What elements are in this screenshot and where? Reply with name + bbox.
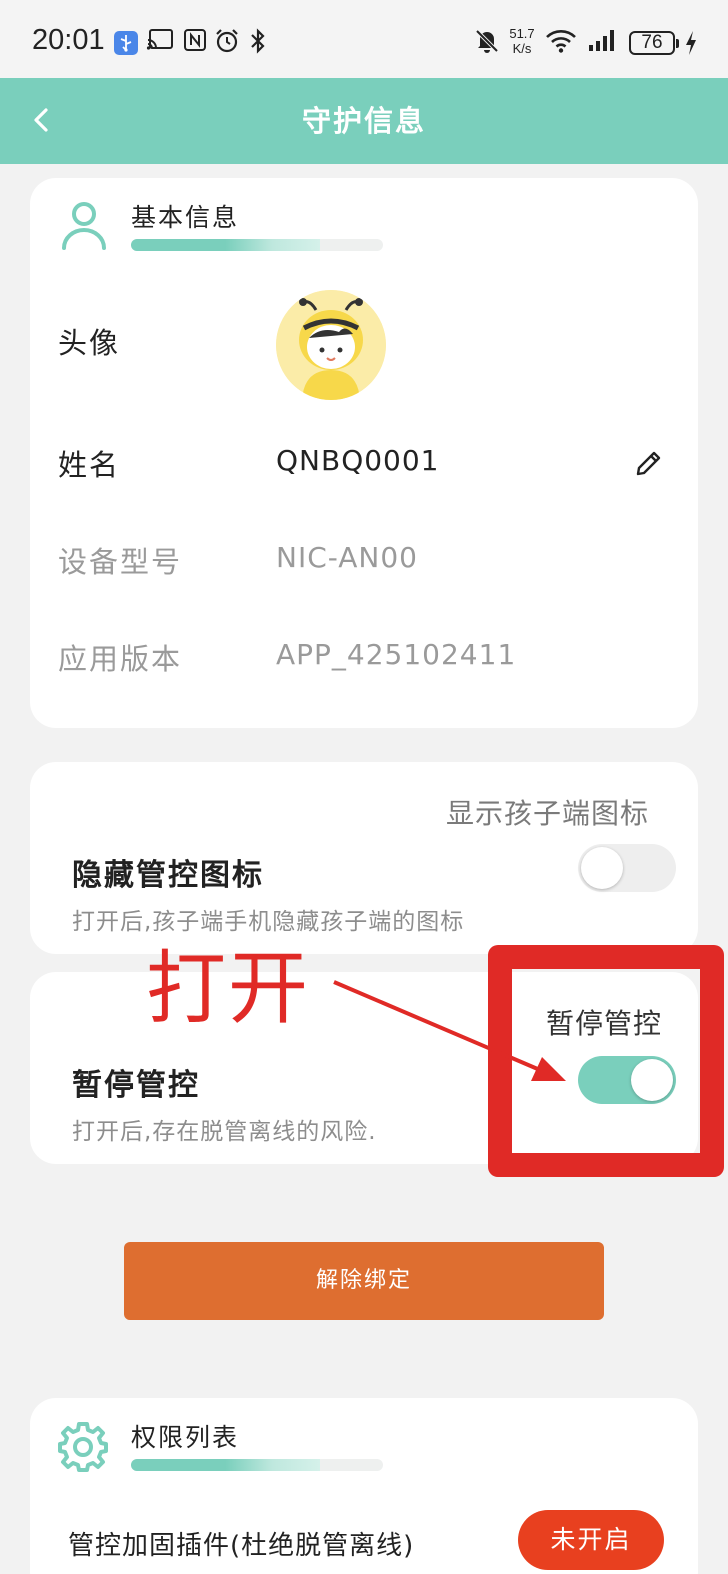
permission-item-label: 管控加固插件(杜绝脱管离线) bbox=[68, 1531, 415, 1561]
permissions-progress-fill bbox=[131, 1459, 320, 1471]
signal-icon bbox=[589, 30, 614, 51]
name-label: 姓名 bbox=[58, 448, 121, 482]
battery-icon: 76 bbox=[629, 31, 679, 55]
usb-connection-icon bbox=[114, 31, 138, 55]
annotation-highlight-box bbox=[488, 945, 724, 1177]
bee-avatar-illustration bbox=[276, 290, 386, 400]
nfc-icon bbox=[184, 29, 206, 51]
page-title: 守护信息 bbox=[301, 104, 426, 138]
pause-control-title: 暂停管控 bbox=[72, 1068, 200, 1103]
hide-icon-card: 显示孩子端图标 隐藏管控图标 打开后,孩子端手机隐藏孩子端的图标 bbox=[30, 762, 698, 954]
hide-icon-title: 隐藏管控图标 bbox=[72, 858, 264, 893]
alarm-icon bbox=[216, 29, 238, 53]
basic-info-progress bbox=[131, 239, 383, 251]
avatar-label: 头像 bbox=[58, 326, 121, 360]
status-time: 20:01 bbox=[32, 24, 105, 56]
show-child-icon-label: 显示孩子端图标 bbox=[446, 797, 650, 830]
model-label: 设备型号 bbox=[58, 545, 183, 579]
version-value: APP_425102411 bbox=[276, 638, 517, 671]
unbind-button[interactable]: 解除绑定 bbox=[124, 1242, 604, 1320]
permissions-progress bbox=[131, 1459, 383, 1471]
chevron-left-icon[interactable] bbox=[22, 100, 62, 140]
wifi-icon bbox=[546, 30, 576, 53]
pencil-icon[interactable] bbox=[634, 448, 664, 478]
user-icon bbox=[62, 202, 106, 250]
cast-icon bbox=[146, 29, 173, 50]
toggle-knob bbox=[581, 847, 623, 889]
permissions-card: 权限列表 管控加固插件(杜绝脱管离线) 未开启 bbox=[30, 1398, 698, 1574]
annotation-text: 打开 bbox=[146, 942, 310, 1035]
model-value: NIC-AN00 bbox=[276, 541, 418, 574]
permissions-title: 权限列表 bbox=[131, 1423, 240, 1452]
bluetooth-icon bbox=[251, 28, 265, 54]
avatar[interactable] bbox=[276, 290, 386, 400]
net-speed: 51.7 K/s bbox=[509, 26, 535, 56]
name-value: QNBQ0001 bbox=[276, 444, 440, 477]
permission-status-button[interactable]: 未开启 bbox=[518, 1510, 664, 1570]
version-label: 应用版本 bbox=[58, 642, 183, 676]
basic-info-card: 基本信息 头像 姓名 QNBQ0001 设备型号 NIC-AN00 应用版本 A… bbox=[30, 178, 698, 728]
pause-control-description: 打开后,存在脱管离线的风险. bbox=[72, 1119, 377, 1145]
basic-info-title: 基本信息 bbox=[131, 203, 240, 232]
gear-icon bbox=[58, 1422, 108, 1472]
basic-info-progress-fill bbox=[131, 239, 320, 251]
app-header: 守护信息 bbox=[0, 78, 728, 164]
mute-icon bbox=[475, 29, 499, 53]
hide-icon-toggle[interactable] bbox=[578, 844, 676, 892]
status-bar: 20:01 51.7 K/s 76 bbox=[0, 0, 728, 78]
charging-icon bbox=[686, 31, 696, 55]
